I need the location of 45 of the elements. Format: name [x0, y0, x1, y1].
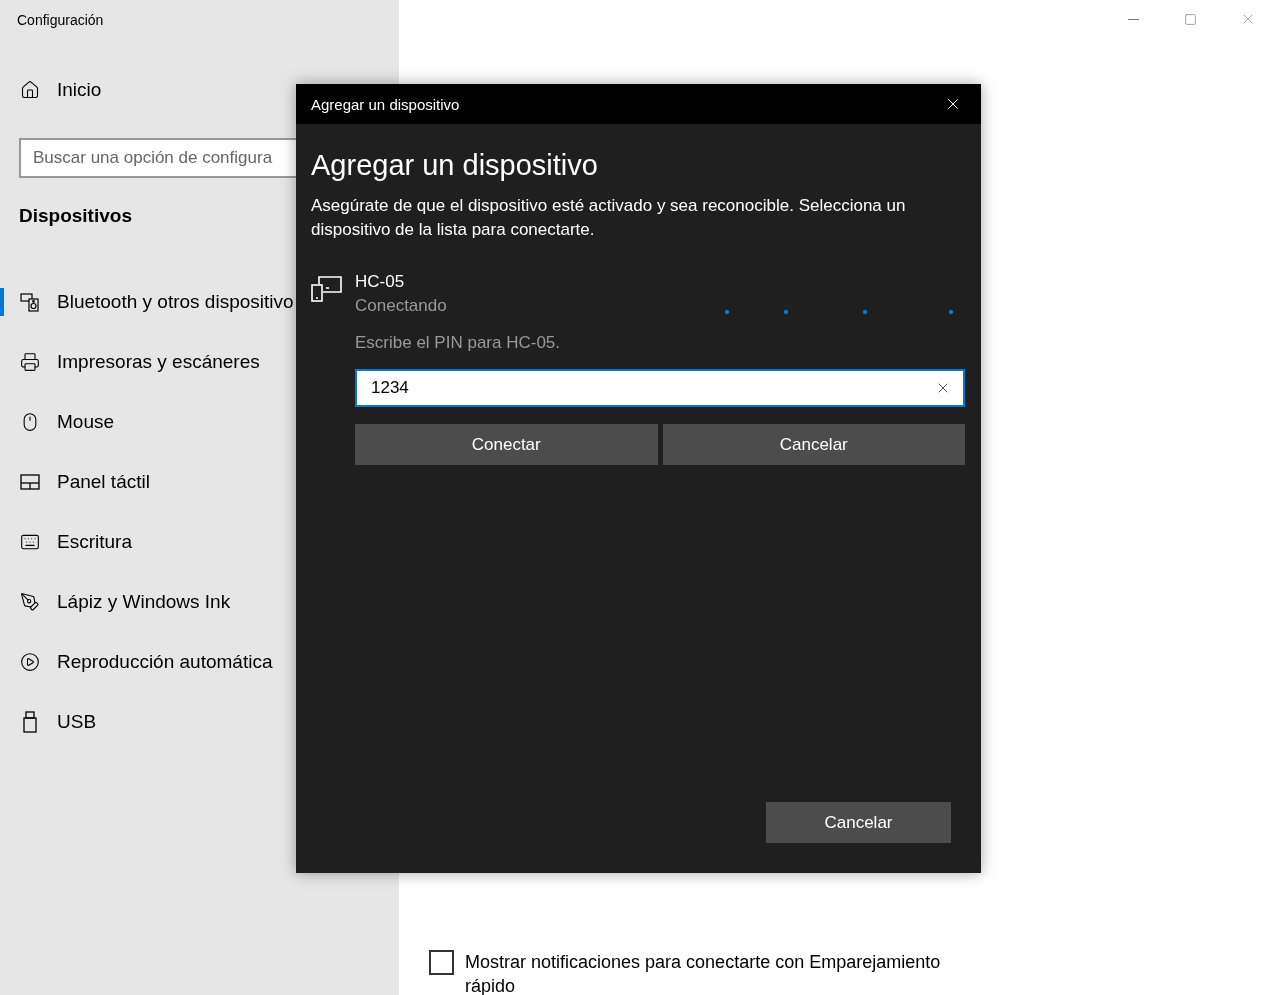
checkbox-label: Mostrar notificaciones para conectarte con Emparejamiento rápido: [465, 951, 942, 995]
minimize-icon: [1128, 18, 1139, 20]
nav-item[interactable]: Lápiz y Windows Ink: [0, 572, 239, 632]
dialog-button[interactable]: Cancelar: [662, 424, 965, 465]
nav-item[interactable]: Reproducción automática: [0, 632, 281, 692]
keyboard-speaker-icon: [19, 292, 40, 312]
nav-label: USB: [57, 711, 97, 733]
maximize-icon: [1184, 12, 1197, 26]
nav-label: Panel táctil: [57, 471, 150, 493]
nav-item[interactable]: USB: [0, 692, 105, 752]
nav-item[interactable]: Inicio: [0, 60, 110, 120]
home-icon: [19, 80, 40, 100]
nav-label: Inicio: [57, 79, 102, 101]
dialog-heading: Agregar un dispositivo: [311, 148, 599, 183]
dialog-title: Agregar un dispositivo: [311, 95, 460, 113]
pen-icon: [19, 592, 40, 612]
search-field[interactable]: Buscar una opción de configura: [19, 138, 296, 178]
touchpad-icon: [19, 474, 40, 490]
nav-item[interactable]: Panel táctil: [0, 452, 158, 512]
cancel-button[interactable]: Cancelar: [766, 802, 951, 843]
nav-item[interactable]: Escritura: [0, 512, 140, 572]
nav-label: Reproducción automática: [57, 651, 273, 673]
devices-icon: [311, 276, 342, 302]
nav-label: Bluetooth y otros dispositivo: [57, 291, 294, 313]
progress-dots-icon: [724, 309, 954, 315]
device-name: HC-05: [355, 271, 405, 293]
checkbox[interactable]: [429, 950, 454, 975]
dialog-description: Asegúrate de que el dispositivo esté activado y sea reconocible. Selecciona un dispositivo de la lista para conectarte.: [311, 195, 907, 241]
keyboard-icon: [19, 532, 40, 552]
nav-label: Escritura: [57, 531, 132, 553]
nav-item[interactable]: Mouse: [0, 392, 123, 452]
play-circle-icon: [19, 652, 40, 672]
window-title: Configuración: [16, 12, 105, 30]
nav-item[interactable]: Bluetooth y otros dispositivo: [0, 272, 302, 332]
printer-icon: [19, 352, 40, 372]
section-heading: Dispositivos: [19, 205, 132, 226]
nav-label: Mouse: [57, 411, 115, 433]
nav-label: Impresoras y escáneres: [57, 351, 260, 373]
pin-field[interactable]: 1234: [355, 369, 965, 407]
dialog-button[interactable]: Conectar: [355, 424, 658, 465]
pin-prompt: Escribe el PIN para HC-05.: [355, 332, 561, 354]
device-status: Conectando: [355, 295, 447, 317]
nav-item[interactable]: Impresoras y escáneres: [0, 332, 268, 392]
usb-drive-icon: [22, 711, 37, 733]
nav-label: Lápiz y Windows Ink: [57, 591, 231, 613]
